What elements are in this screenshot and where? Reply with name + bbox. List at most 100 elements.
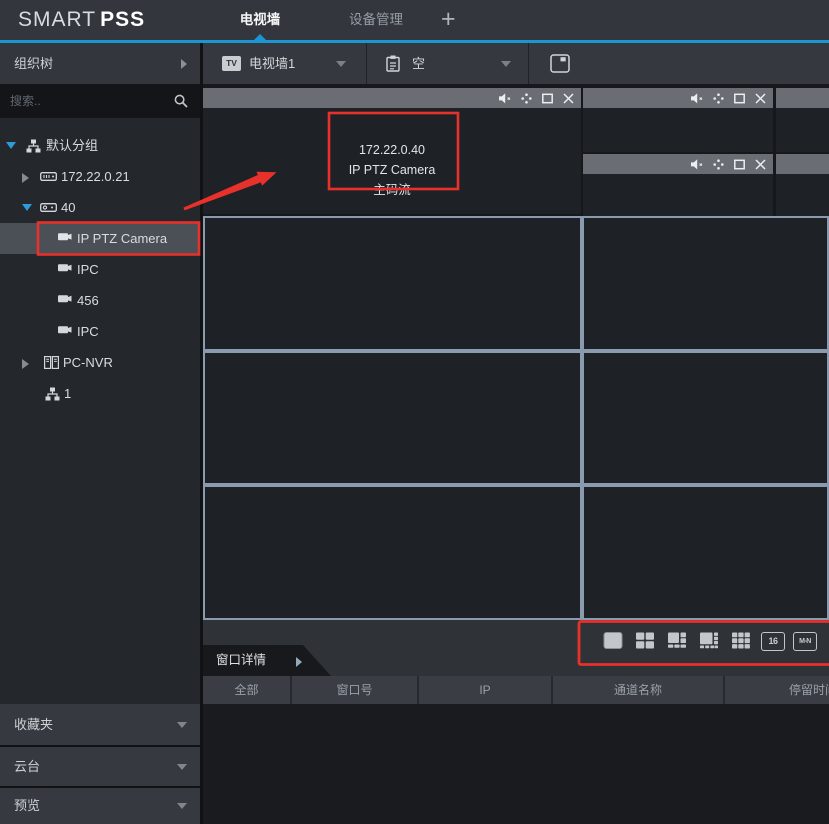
tree-item-pc-nvr[interactable]: PC-NVR [0, 347, 200, 378]
chevron-down-icon [177, 722, 187, 728]
audio-icon[interactable] [691, 93, 703, 104]
close-icon[interactable] [755, 159, 766, 170]
expander-open-icon[interactable] [22, 204, 32, 211]
tour-icon[interactable] [713, 93, 724, 104]
nvr-icon [44, 356, 59, 369]
org-tree-panel-header[interactable]: 组织树 [0, 43, 200, 84]
tv-wall-grid: 172.22.0.40 IP PTZ Camera 主码流 [203, 84, 829, 620]
cell-video-area[interactable] [583, 174, 773, 216]
tree-item-ipc-1[interactable]: IPC [0, 254, 200, 285]
device-icon [40, 170, 57, 183]
cell-source-label: 172.22.0.40 IP PTZ Camera 主码流 [203, 140, 581, 200]
tour-icon[interactable] [521, 93, 532, 104]
wall-cell-edge-1[interactable] [776, 88, 829, 152]
layout-mn-button[interactable]: M-N [793, 630, 817, 652]
wall-cell-empty[interactable] [582, 351, 829, 485]
tree-item-label: 40 [61, 192, 75, 223]
tree-item-ip-ptz-camera[interactable]: IP PTZ Camera [0, 223, 200, 254]
wall-cell-top-right-1[interactable] [583, 88, 773, 152]
tree-item-label: IP PTZ Camera [77, 223, 167, 254]
close-icon[interactable] [755, 93, 766, 104]
audio-icon[interactable] [499, 93, 511, 104]
tv-wall-icon: TV [222, 56, 241, 71]
expander-closed-icon[interactable] [22, 173, 29, 183]
wall-cell-empty[interactable] [203, 485, 582, 620]
chevron-right-icon [296, 657, 302, 667]
tree-item-label: IPC [77, 254, 99, 285]
accordion-label: 云台 [14, 747, 40, 786]
cell-video-area[interactable] [583, 108, 773, 152]
tree-item-default-group[interactable]: 默认分组 [0, 130, 200, 161]
wall-cell-empty[interactable] [582, 485, 829, 620]
split-layout-bar: 16 M-N [601, 630, 817, 652]
layout-8-button[interactable] [697, 630, 721, 652]
group-icon [45, 387, 60, 401]
camera-icon [58, 232, 73, 242]
layout-16-button[interactable]: 16 [761, 630, 785, 652]
accordion-favorites[interactable]: 收藏夹 [0, 704, 200, 745]
maximize-icon[interactable] [734, 159, 745, 170]
accordion-preview[interactable]: 预览 [0, 788, 200, 824]
maximize-icon[interactable] [542, 93, 553, 104]
tree-item-label: 456 [77, 285, 99, 316]
wall-cell-edge-2[interactable] [776, 154, 829, 216]
tab-window-details[interactable]: 窗口详情 [203, 645, 331, 676]
accordion-label: 预览 [14, 788, 40, 824]
tv-wall-selector[interactable]: 电视墙1 [249, 43, 295, 84]
scheme-selector[interactable]: 空 [412, 43, 425, 84]
add-tab-button[interactable]: + [441, 5, 456, 34]
layout-1-button[interactable] [601, 630, 625, 652]
expander-closed-icon[interactable] [22, 359, 29, 369]
search-icon[interactable] [174, 94, 189, 109]
cell-title-bar [776, 88, 829, 108]
tree-item-172-22-0-21[interactable]: 172.22.0.21 [0, 161, 200, 192]
chevron-down-icon[interactable] [501, 61, 511, 67]
wall-cell-empty[interactable] [203, 351, 582, 485]
col-header-dwell-time: 停留时间 [723, 676, 829, 704]
wall-cell-top-right-2[interactable] [583, 154, 773, 216]
col-header-channel-name: 通道名称 [551, 676, 723, 704]
window-detail-panel: 16 M-N 窗口详情 全部 窗口号 IP 通道名称 停留时间 [203, 620, 829, 824]
tree-item-456[interactable]: 456 [0, 285, 200, 316]
smartpss-window: { "app": { "brand_smart": "SMART", "bran… [0, 0, 829, 824]
accordion-label: 收藏夹 [14, 704, 53, 745]
layout-4-button[interactable] [633, 630, 657, 652]
cell-channel: IP PTZ Camera [203, 160, 581, 180]
device-tree: 默认分组 172.22.0.21 40 IP PTZ Camera IPC 45… [0, 118, 200, 704]
group-icon [26, 139, 41, 153]
chevron-down-icon[interactable] [336, 61, 346, 67]
camera-icon [58, 294, 73, 304]
cell-video-area[interactable]: 172.22.0.40 IP PTZ Camera 主码流 [203, 108, 581, 214]
chevron-right-icon [181, 59, 187, 69]
tab-device-management[interactable]: 设备管理 [342, 0, 410, 40]
tour-icon[interactable] [713, 159, 724, 170]
cell-ip: 172.22.0.40 [203, 140, 581, 160]
search-input[interactable]: 搜索.. [0, 84, 200, 118]
tree-item-label: IPC [77, 316, 99, 347]
wall-cell-active[interactable]: 172.22.0.40 IP PTZ Camera 主码流 [203, 88, 581, 214]
cell-title-bar [203, 88, 581, 108]
toolbar-divider [528, 43, 529, 84]
top-bar: SMARTPSS 电视墙 设备管理 + [0, 0, 829, 43]
wall-toolbar: TV 电视墙1 空 [203, 43, 829, 84]
device-icon [40, 201, 57, 214]
expander-open-icon[interactable] [6, 142, 16, 149]
layout-6-button[interactable] [665, 630, 689, 652]
col-header-window-no: 窗口号 [290, 676, 417, 704]
wall-cell-empty[interactable] [582, 216, 829, 351]
save-icon[interactable] [550, 54, 570, 73]
chevron-down-icon [177, 803, 187, 809]
audio-icon[interactable] [691, 159, 703, 170]
tree-item-ipc-2[interactable]: IPC [0, 316, 200, 347]
layout-9-button[interactable] [729, 630, 753, 652]
close-icon[interactable] [563, 93, 574, 104]
maximize-icon[interactable] [734, 93, 745, 104]
cell-video-area[interactable] [776, 108, 829, 152]
tree-item-40[interactable]: 40 [0, 192, 200, 223]
wall-cell-empty[interactable] [203, 216, 582, 351]
cell-video-area[interactable] [776, 174, 829, 216]
tree-item-1[interactable]: 1 [0, 378, 200, 409]
accordion-ptz[interactable]: 云台 [0, 747, 200, 786]
tree-item-label: PC-NVR [63, 347, 113, 378]
cell-stream: 主码流 [203, 180, 581, 200]
